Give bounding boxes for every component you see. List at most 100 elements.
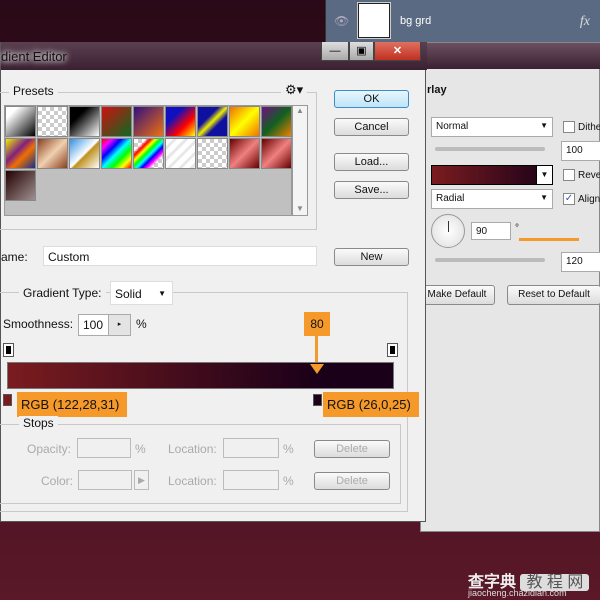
reset-default-button[interactable]: Reset to Default [507,285,600,305]
chevron-down-icon[interactable]: ▼ [536,166,552,184]
close-icon[interactable]: ✕ [374,42,421,61]
color-stop-left[interactable] [3,394,12,406]
preset-swatch[interactable] [165,106,196,137]
preset-swatch[interactable] [69,106,100,137]
preset-swatch[interactable] [133,106,164,137]
dither-label: Dithe [578,122,600,133]
location-annotation: 80 [304,312,330,336]
preset-swatch[interactable] [229,138,260,169]
color-location-field[interactable] [223,470,279,490]
layer-style-dialog: rlay Normal ▼ Dithe 100 ▼ Rever Radial ▼ ✓… [419,42,600,532]
color-arrow-icon[interactable]: ▶ [134,470,149,490]
preset-swatch[interactable] [5,106,36,137]
ok-button[interactable]: OK [334,90,409,108]
opacity-unit: % [135,442,146,456]
color-field[interactable] [78,470,132,490]
maximize-icon[interactable]: ▣ [349,42,374,61]
smoothness-label: Smoothness: [3,317,74,331]
titlebar[interactable]: dient Editor — ▣ ✕ [1,42,427,70]
opacity-field[interactable]: 100 [561,141,600,161]
new-button[interactable]: New [334,248,409,266]
arrow-left-icon [519,238,579,241]
preset-swatch[interactable] [197,138,228,169]
dialog-title: dient Editor [1,49,67,64]
delete-color-stop-button[interactable]: Delete [314,472,390,490]
preset-swatch[interactable] [261,106,292,137]
presets-scrollbar[interactable]: ▲ ▼ [292,105,308,216]
scroll-down-icon[interactable]: ▼ [293,204,307,213]
gradient-type-value: Solid [115,287,142,301]
scale-field[interactable]: 120 [561,252,600,272]
style-select[interactable]: Radial ▼ [431,189,553,209]
watermark-url: jiaocheng.chazidian.com [468,588,567,598]
reverse-checkbox[interactable] [563,169,575,181]
left-stop-rgb-annotation: RGB (122,28,31) [17,392,127,417]
gradient-type-label: Gradient Type: [19,286,106,300]
stops-group [0,424,401,504]
minimize-icon[interactable]: — [321,42,349,61]
opacity-location-unit: % [283,442,294,456]
opacity-location-field[interactable] [223,438,279,458]
presets-label: Presets [9,84,58,98]
presets-grid[interactable] [4,105,292,216]
color-stop-right[interactable] [312,394,322,406]
scroll-up-icon[interactable]: ▲ [293,106,307,115]
chevron-down-icon: ▼ [540,121,548,130]
save-button[interactable]: Save... [334,181,409,199]
stops-label: Stops [19,416,58,430]
preset-swatch[interactable] [69,138,100,169]
gradient-editor-dialog: dient Editor — ▣ ✕ Presets ⚙▾ ▲ ▼ OK Canc… [0,42,427,522]
degree-unit: ° [515,223,519,234]
right-stop-rgb-annotation: RGB (26,0,25) [323,392,419,417]
layer-name[interactable]: bg grd [400,15,431,27]
preset-swatch[interactable] [197,106,228,137]
visibility-eye-icon[interactable]: 👁 [334,14,350,28]
color-location-unit: % [283,474,294,488]
delete-opacity-stop-button[interactable]: Delete [314,440,390,458]
chevron-down-icon: ▼ [540,193,548,202]
preset-swatch[interactable] [5,170,36,201]
align-checkbox[interactable]: ✓ [563,193,575,205]
angle-field[interactable]: 90 [471,222,511,240]
preset-swatch[interactable] [37,138,68,169]
preset-swatch[interactable] [133,138,164,169]
angle-dial[interactable] [431,214,465,248]
fx-icon[interactable]: fx [580,14,590,30]
preset-swatch[interactable] [5,138,36,169]
reverse-label: Rever [578,170,600,181]
opacity-label: Opacity: [27,442,72,456]
align-label: Align [578,194,600,205]
name-label: ame: [1,250,28,264]
gear-icon[interactable]: ⚙▾ [281,82,308,98]
name-field[interactable]: Custom [43,246,317,266]
arrow-head-icon [310,364,324,374]
gradient-picker[interactable]: ▼ [431,165,553,185]
preset-swatch[interactable] [37,106,68,137]
load-button[interactable]: Load... [334,153,409,171]
color-location-label: Location: [168,474,217,488]
dither-checkbox[interactable] [563,121,575,133]
preset-swatch[interactable] [229,106,260,137]
preset-swatch[interactable] [101,138,132,169]
opacity-stop-left[interactable] [3,343,14,357]
scale-slider[interactable] [435,258,545,262]
opacity-field[interactable] [77,438,131,458]
blend-mode-select[interactable]: Normal ▼ [431,117,553,137]
smoothness-field[interactable]: 100 ▸ [78,314,131,336]
cancel-button[interactable]: Cancel [334,118,409,136]
stepper-arrow-icon[interactable]: ▸ [108,315,130,335]
opacity-location-label: Location: [168,442,217,456]
gradient-type-select[interactable]: Solid ▼ [110,281,173,305]
blend-mode-value: Normal [436,121,469,132]
style-value: Radial [436,193,465,204]
layer-thumbnail[interactable] [357,2,391,39]
opacity-stop-right[interactable] [387,343,398,357]
opacity-slider[interactable] [435,147,545,151]
make-default-button[interactable]: Make Default [419,285,495,305]
preset-swatch[interactable] [165,138,196,169]
chevron-down-icon: ▼ [158,289,166,298]
preset-swatch[interactable] [101,106,132,137]
smoothness-unit: % [136,317,147,331]
preset-swatch[interactable] [261,138,292,169]
gradient-bar[interactable] [7,362,394,389]
